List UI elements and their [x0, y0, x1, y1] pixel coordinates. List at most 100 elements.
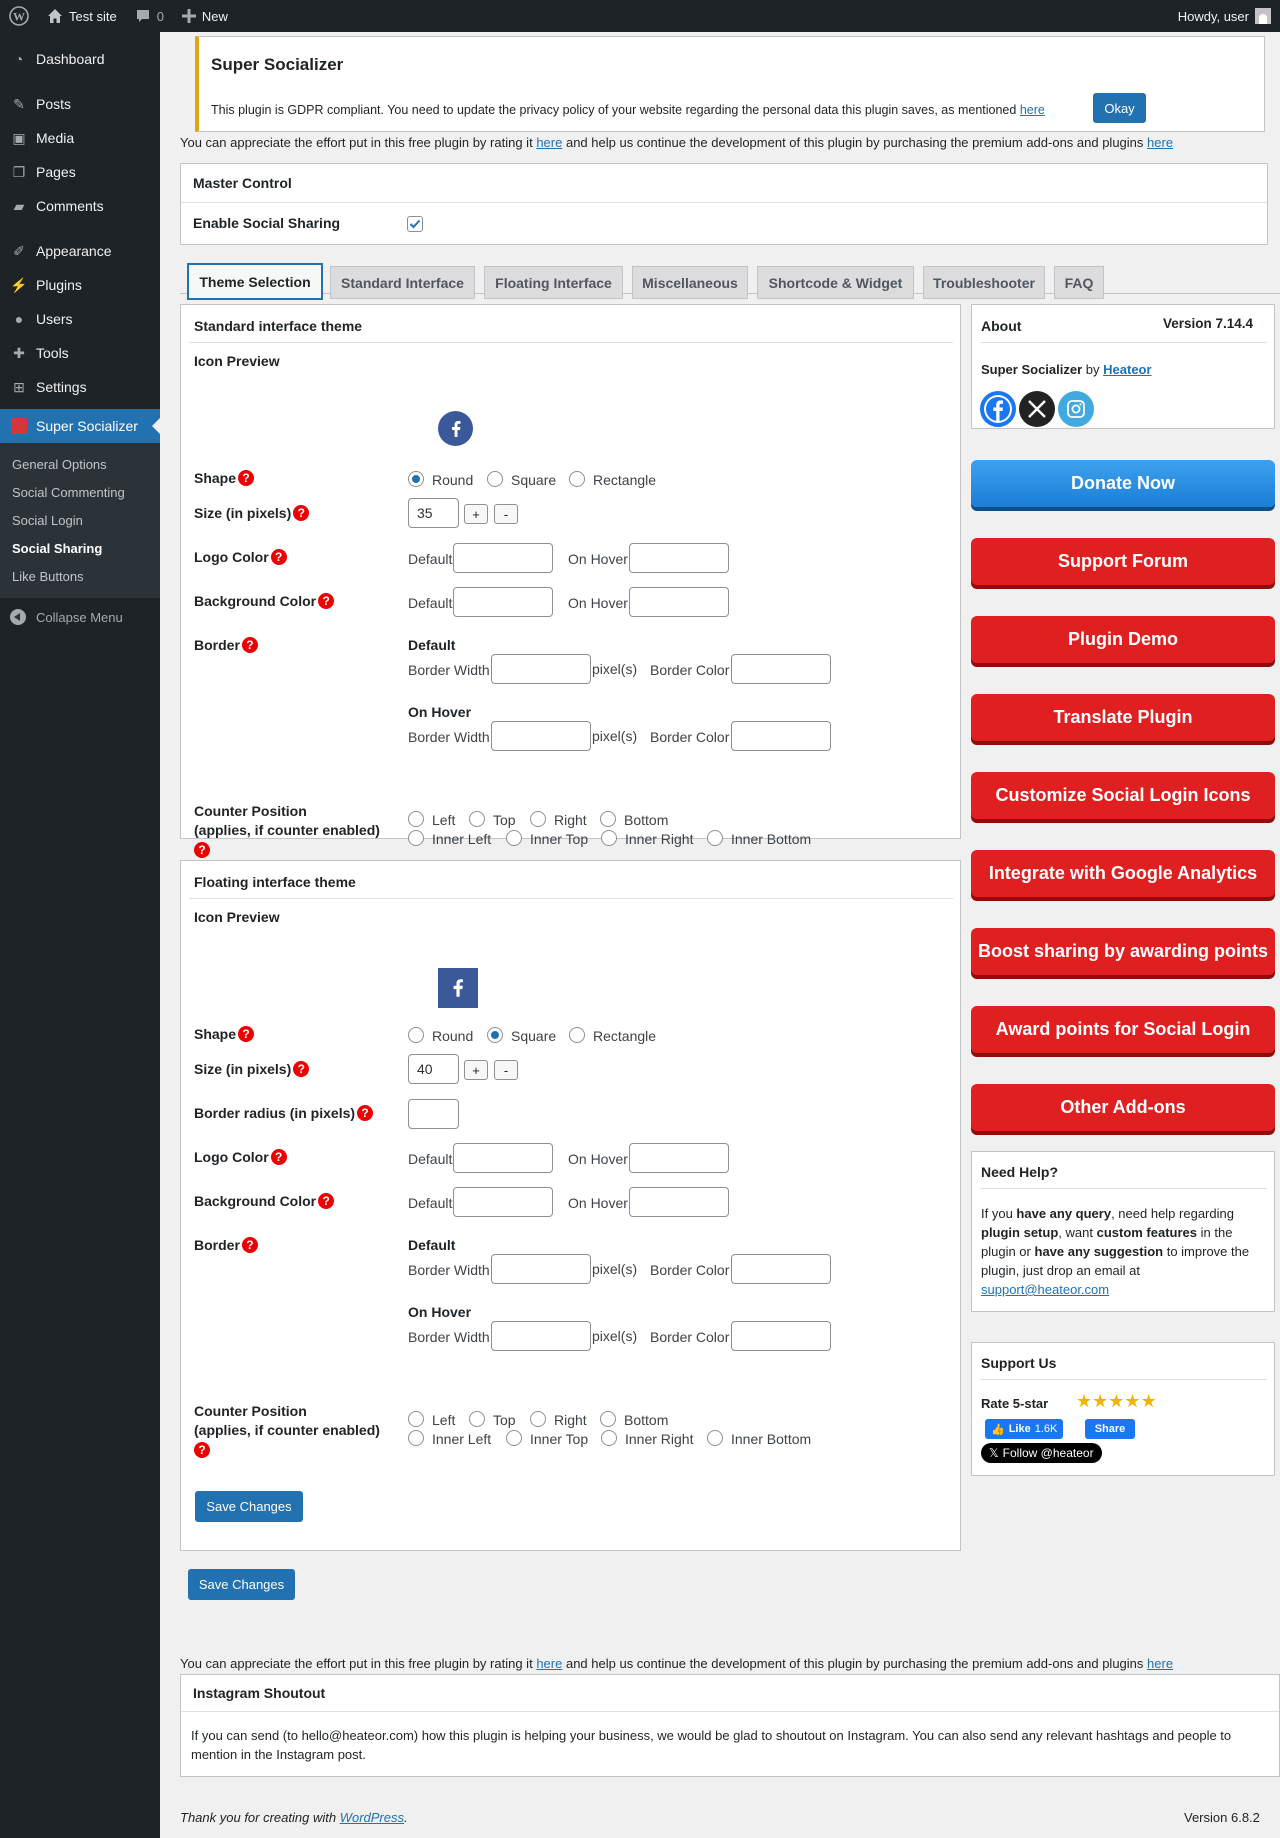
counter-bottom-radio[interactable]: [600, 811, 616, 827]
counter-inner-bottom-radio[interactable]: [707, 1430, 723, 1446]
menu-users[interactable]: ● Users: [0, 302, 160, 336]
border-hover-width-input[interactable]: [491, 1321, 591, 1351]
enable-sharing-checkbox[interactable]: [407, 216, 423, 232]
counter-top-radio[interactable]: [469, 811, 485, 827]
facebook-share-button[interactable]: Share: [1085, 1419, 1135, 1439]
bg-color-default-input[interactable]: [453, 587, 553, 617]
submenu-general-options[interactable]: General Options: [0, 450, 160, 478]
bg-color-hover-input[interactable]: [629, 587, 729, 617]
menu-posts[interactable]: ✎ Posts: [0, 87, 160, 121]
border-color-input[interactable]: [731, 654, 831, 684]
counter-right-radio[interactable]: [530, 1411, 546, 1427]
help-icon[interactable]: ?: [357, 1105, 374, 1121]
size-minus-button[interactable]: -: [494, 504, 518, 524]
help-icon[interactable]: ?: [293, 505, 310, 521]
menu-plugins[interactable]: ⚡ Plugins: [0, 268, 160, 302]
counter-inner-left-radio[interactable]: [408, 830, 424, 846]
menu-appearance[interactable]: ✐ Appearance: [0, 234, 160, 268]
counter-bottom-radio[interactable]: [600, 1411, 616, 1427]
counter-inner-bottom-radio[interactable]: [707, 830, 723, 846]
donate-now-button[interactable]: Donate Now: [971, 460, 1275, 507]
border-color-input[interactable]: [731, 1254, 831, 1284]
counter-left-radio[interactable]: [408, 1411, 424, 1427]
customize-login-icons-button[interactable]: Customize Social Login Icons: [971, 772, 1275, 819]
bg-color-default-input[interactable]: [453, 1187, 553, 1217]
border-hover-color-input[interactable]: [731, 1321, 831, 1351]
comments-link[interactable]: 0: [126, 0, 173, 32]
counter-top-radio[interactable]: [469, 1411, 485, 1427]
collapse-menu-button[interactable]: Collapse Menu: [0, 600, 160, 634]
bg-color-hover-input[interactable]: [629, 1187, 729, 1217]
rating-stars[interactable]: ★★★★★: [1076, 1391, 1157, 1412]
support-forum-button[interactable]: Support Forum: [971, 538, 1275, 585]
border-hover-color-input[interactable]: [731, 721, 831, 751]
x-follow-icon[interactable]: [1019, 391, 1055, 427]
help-icon[interactable]: ?: [293, 1061, 310, 1077]
tab-faq[interactable]: FAQ: [1054, 266, 1104, 299]
wordpress-link[interactable]: WordPress: [340, 1810, 404, 1825]
shape-round-radio[interactable]: [408, 471, 424, 487]
help-icon[interactable]: ?: [238, 1026, 255, 1042]
counter-right-radio[interactable]: [530, 811, 546, 827]
save-changes-button-inner[interactable]: Save Changes: [195, 1491, 303, 1522]
menu-dashboard[interactable]: ◔ Dashboard: [0, 42, 160, 76]
logo-color-hover-input[interactable]: [629, 1143, 729, 1173]
menu-media[interactable]: ▣ Media: [0, 121, 160, 155]
logo-color-hover-input[interactable]: [629, 543, 729, 573]
addons-here-link[interactable]: here: [1147, 1656, 1173, 1671]
award-points-button[interactable]: Award points for Social Login: [971, 1006, 1275, 1053]
submenu-social-commenting[interactable]: Social Commenting: [0, 478, 160, 506]
notice-here-link[interactable]: here: [1020, 103, 1045, 117]
new-content-link[interactable]: New: [173, 0, 237, 32]
tab-standard-interface[interactable]: Standard Interface: [330, 266, 475, 299]
tab-floating-interface[interactable]: Floating Interface: [484, 266, 623, 299]
support-email-link[interactable]: support@heateor.com: [981, 1282, 1109, 1297]
addons-here-link[interactable]: here: [1147, 135, 1173, 150]
help-icon[interactable]: ?: [194, 842, 210, 858]
size-input[interactable]: 35: [408, 498, 459, 528]
counter-inner-top-radio[interactable]: [506, 1430, 522, 1446]
logo-color-default-input[interactable]: [453, 543, 553, 573]
counter-inner-right-radio[interactable]: [601, 1430, 617, 1446]
shape-rectangle-radio[interactable]: [569, 471, 585, 487]
counter-inner-top-radio[interactable]: [506, 830, 522, 846]
tab-theme-selection[interactable]: Theme Selection: [187, 263, 323, 300]
help-icon[interactable]: ?: [318, 1193, 335, 1209]
counter-inner-right-radio[interactable]: [601, 830, 617, 846]
menu-settings[interactable]: ⊞ Settings: [0, 370, 160, 404]
menu-pages[interactable]: ❐ Pages: [0, 155, 160, 189]
help-icon[interactable]: ?: [270, 549, 287, 565]
size-plus-button[interactable]: +: [464, 504, 488, 524]
instagram-follow-icon[interactable]: [1058, 391, 1094, 427]
site-name-link[interactable]: Test site: [38, 0, 126, 32]
help-icon[interactable]: ?: [241, 637, 258, 653]
help-icon[interactable]: ?: [270, 1149, 287, 1165]
tab-shortcode-widget[interactable]: Shortcode & Widget: [757, 266, 914, 299]
border-width-input[interactable]: [491, 654, 591, 684]
plugin-demo-button[interactable]: Plugin Demo: [971, 616, 1275, 663]
save-changes-button[interactable]: Save Changes: [188, 1569, 295, 1600]
x-follow-button[interactable]: 𝕏 Follow @heateor: [981, 1443, 1102, 1463]
border-width-input[interactable]: [491, 1254, 591, 1284]
border-radius-input[interactable]: [408, 1099, 459, 1129]
submenu-like-buttons[interactable]: Like Buttons: [0, 562, 160, 590]
translate-plugin-button[interactable]: Translate Plugin: [971, 694, 1275, 741]
facebook-like-button[interactable]: 👍 Like 1.6K: [985, 1419, 1064, 1439]
size-minus-button[interactable]: -: [494, 1060, 518, 1080]
menu-tools[interactable]: ✚ Tools: [0, 336, 160, 370]
my-account-link[interactable]: Howdy, user: [1169, 0, 1280, 32]
help-icon[interactable]: ?: [241, 1237, 258, 1253]
shape-square-radio[interactable]: [487, 1027, 503, 1043]
menu-super-socializer[interactable]: Super Socializer: [0, 409, 160, 443]
tab-miscellaneous[interactable]: Miscellaneous: [632, 266, 748, 299]
help-icon[interactable]: ?: [238, 470, 255, 486]
logo-color-default-input[interactable]: [453, 1143, 553, 1173]
menu-comments[interactable]: ▰ Comments: [0, 189, 160, 223]
size-plus-button[interactable]: +: [464, 1060, 488, 1080]
tab-troubleshooter[interactable]: Troubleshooter: [923, 266, 1045, 299]
other-addons-button[interactable]: Other Add-ons: [971, 1084, 1275, 1131]
shape-square-radio[interactable]: [487, 471, 503, 487]
size-input[interactable]: 40: [408, 1054, 459, 1084]
counter-left-radio[interactable]: [408, 811, 424, 827]
counter-inner-left-radio[interactable]: [408, 1430, 424, 1446]
